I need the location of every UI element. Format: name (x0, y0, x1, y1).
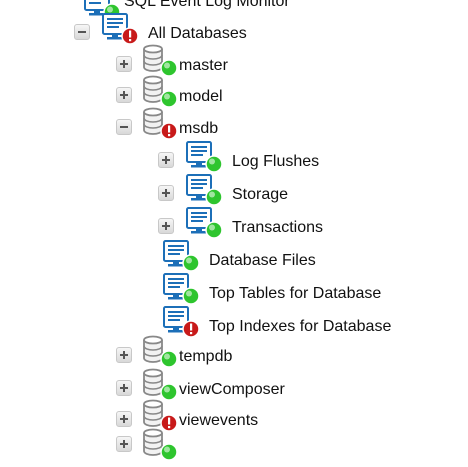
node-label: Transactions (232, 219, 323, 236)
node-label: Database Files (209, 252, 316, 269)
node-label: tempdb (179, 348, 233, 365)
node-label: Top Tables for Database (209, 285, 382, 302)
expand-toggle[interactable] (116, 380, 132, 396)
node-label: SQL Event Log Monitor (124, 0, 290, 10)
node-label: viewevents (179, 412, 259, 429)
expand-toggle[interactable] (116, 411, 132, 427)
expand-toggle[interactable] (116, 56, 132, 72)
node-label: model (179, 88, 223, 105)
expand-toggle[interactable] (158, 185, 174, 201)
database-icon (141, 107, 179, 146)
tree-node-partial[interactable] (0, 428, 468, 462)
tree-node-top-indexes-for-database[interactable]: Top Indexes for Database (0, 306, 468, 339)
expand-toggle[interactable] (116, 347, 132, 363)
node-label: All Databases (148, 25, 247, 42)
tree-node-viewcomposer[interactable]: viewComposer (0, 368, 468, 402)
tree-node-tempdb[interactable]: tempdb (0, 335, 468, 369)
tree-node-all-databases[interactable]: All Databases (0, 13, 468, 46)
collapse-toggle[interactable] (74, 24, 90, 40)
tree-node-transactions[interactable]: Transactions (0, 207, 468, 240)
tree-node-master[interactable]: master (0, 44, 468, 78)
collapse-toggle[interactable] (116, 119, 132, 135)
database-icon (141, 428, 179, 467)
node-label: Top Indexes for Database (209, 318, 392, 335)
node-label: Log Flushes (232, 153, 320, 170)
node-label: master (179, 57, 228, 74)
expand-toggle[interactable] (158, 152, 174, 168)
monitor-icon (102, 12, 140, 51)
tree-node-msdb[interactable]: msdb (0, 107, 468, 141)
tree-node-log-flushes[interactable]: Log Flushes (0, 141, 468, 174)
tree-node-viewevents[interactable]: viewevents (0, 399, 468, 433)
tree-node-storage[interactable]: Storage (0, 174, 468, 207)
tree-node-database-files[interactable]: Database Files (0, 240, 468, 273)
expand-toggle[interactable] (158, 218, 174, 234)
expand-toggle[interactable] (116, 436, 132, 452)
tree-node-model[interactable]: model (0, 75, 468, 109)
tree-node-top-tables-for-database[interactable]: Top Tables for Database (0, 273, 468, 306)
expand-toggle[interactable] (116, 87, 132, 103)
node-label: Storage (232, 186, 289, 203)
node-label: msdb (179, 120, 219, 137)
node-label: viewComposer (179, 381, 285, 398)
